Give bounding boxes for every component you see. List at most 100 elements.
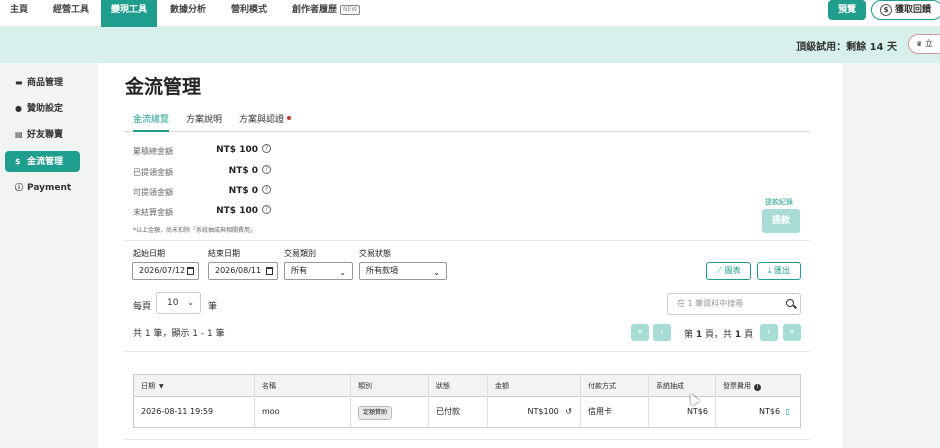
search-input[interactable]: 在 1 筆資料中搜尋 [667,293,801,315]
document-icon[interactable]: ▯ [786,407,790,416]
nav-home[interactable]: 主頁 [10,0,28,27]
column-header-label: 發票費用 [723,382,751,390]
next-page-button[interactable]: › [760,324,778,341]
nav-creator-resume-label: 創作者履歷 [292,5,338,15]
result-count: 共 1 筆，顯示 1 - 1 筆 [133,329,225,339]
transaction-type-select[interactable]: 所有 ⌄ [284,262,353,280]
end-date-input[interactable]: 2026/08/11 [208,262,278,280]
transaction-type-value: 所有 [291,266,307,275]
sidebar-item-label: 好友聯賣 [27,130,64,140]
chart-button[interactable]: ⟋ 圖表 [706,262,751,280]
tab-plan-info[interactable]: 方案說明 [186,112,222,132]
help-icon[interactable]: ? [262,205,271,214]
per-page-select[interactable]: 10 ⌄ [156,292,201,314]
summary-value: NT$ 0 [228,186,258,196]
column-header-category: 類別 [351,375,429,397]
top-navigation: 主頁 經營工具 變現工具 數據分析 營利模式 創作者履歷 NEW 預覽 $ 獲取回饋 [0,0,940,27]
sidebar-item-payment[interactable]: ⓘ Payment [5,177,80,198]
chevron-down-icon: ⌄ [433,268,440,277]
nav-monetization-tools[interactable]: 變現工具 [101,0,157,27]
cell-date: 2026-08-11 19:59 [134,397,255,427]
table-header: 日期 ▼ 名稱 類別 狀態 金額 付款方式 系統抽成 發票費用 i [134,375,800,397]
help-icon[interactable]: ? [262,144,271,153]
feedback-button[interactable]: $ 獲取回饋 [871,0,940,20]
dollar-icon: $ [15,157,21,166]
calendar-icon [266,267,273,275]
summary-label: 可提領金額 [133,188,173,197]
start-date-input[interactable]: 2026/07/12 [132,262,199,280]
amount-value: NT$100 [527,407,559,416]
page-suffix: 頁 [744,330,754,340]
sidebar-item-sponsor[interactable]: ● 贊助設定 [5,98,80,119]
page-current: 1 [695,330,703,340]
export-button[interactable]: ⤓ 匯出 [757,262,801,280]
sidebar-item-cashflow[interactable]: $ 金流管理 [5,151,80,172]
nav-revenue-models[interactable]: 營利模式 [231,0,267,27]
help-icon[interactable]: ? [262,165,271,174]
info-icon[interactable]: i [754,384,761,391]
refund-icon[interactable]: ↺ [565,407,572,416]
nav-business-tools[interactable]: 經營工具 [53,0,89,27]
per-page-value: 10 [167,298,179,308]
transaction-type-label: 交易類別 [284,249,316,258]
withdraw-history-link[interactable]: 提款紀錄 [765,197,793,207]
divider [124,351,810,352]
cell-name: moo [255,397,351,427]
per-page-label: 每頁 [133,302,152,312]
sidebar-item-label: 商品管理 [27,78,64,88]
search-icon [786,299,794,307]
sidebar: ▬ 商品管理 ● 贊助設定 ▤ 好友聯賣 $ 金流管理 ⓘ Payment [0,63,90,448]
withdraw-button[interactable]: 提款 [762,209,800,233]
per-page-unit: 筆 [208,302,218,312]
help-icon[interactable]: ? [262,185,271,194]
cards-icon: ▤ [15,130,23,139]
summary-value: NT$ 0 [228,166,258,176]
start-date-label: 起始日期 [133,249,165,258]
nav-analytics[interactable]: 數據分析 [170,0,206,27]
tab-plan-verification[interactable]: 方案與認證 [239,112,292,132]
sidebar-item-products[interactable]: ▬ 商品管理 [5,72,80,93]
notification-dot [287,116,292,120]
crown-icon: ♛ [916,40,923,48]
sidebar-item-label: 金流管理 [27,157,64,167]
cell-category: 定額贊助 [351,397,429,427]
page-prefix: 第 [684,330,694,340]
sponsor-icon: ● [15,104,22,113]
export-button-label: 匯出 [774,266,791,275]
divider [124,240,810,241]
calendar-icon [187,267,194,275]
first-page-button[interactable]: « [631,324,649,341]
page-title: 金流管理 [125,76,202,98]
cart-icon: ▬ [15,78,23,87]
summary-value: NT$ 100 [216,206,258,216]
trial-button-label: 立 [924,39,933,48]
preview-button[interactable]: 預覽 [828,0,866,20]
transaction-status-value: 所有款項 [366,266,398,275]
cell-amount: NT$100 ↺ [488,397,581,427]
summary-label: 已提領金額 [133,168,173,177]
transaction-status-select[interactable]: 所有款項 ⌄ [359,262,447,280]
nav-creator-resume[interactable]: 創作者履歷 NEW [292,0,361,27]
cell-method: 信用卡 [581,397,649,427]
sidebar-item-affiliate[interactable]: ▤ 好友聯賣 [5,124,80,145]
info-icon: ⓘ [15,183,23,192]
summary-label: 未結算金額 [133,208,173,217]
chart-icon: ⟋ [716,266,723,275]
prev-page-button[interactable]: ‹ [653,324,671,341]
page-indicator: 第 1 頁，共 1 頁 [684,327,753,340]
column-header-label: 日期 [141,382,155,390]
end-date-value: 2026/08/11 [215,266,262,275]
trial-upgrade-button[interactable]: ♛ 立 [908,34,940,54]
chevron-down-icon: ⌄ [187,298,194,307]
main-panel: 金流管理 金流總覽 方案說明 方案與認證 累積總金額 NT$ 100 ? 已提領… [98,63,843,448]
transactions-table: 日期 ▼ 名稱 類別 狀態 金額 付款方式 系統抽成 發票費用 i 2026-08-… [133,374,801,428]
summary-note: *以上金額，尚未扣除「系統抽成與相關費用」 [133,227,257,234]
invoice-value: NT$6 [758,407,781,416]
column-header-date[interactable]: 日期 ▼ [134,375,255,397]
cell-invoice: NT$6 ▯ [716,397,800,427]
column-header-amount: 金額 [488,375,581,397]
tab-overview[interactable]: 金流總覽 [133,112,170,132]
end-date-label: 結束日期 [208,249,240,258]
last-page-button[interactable]: » [783,324,801,341]
sidebar-item-label: Payment [27,183,72,193]
